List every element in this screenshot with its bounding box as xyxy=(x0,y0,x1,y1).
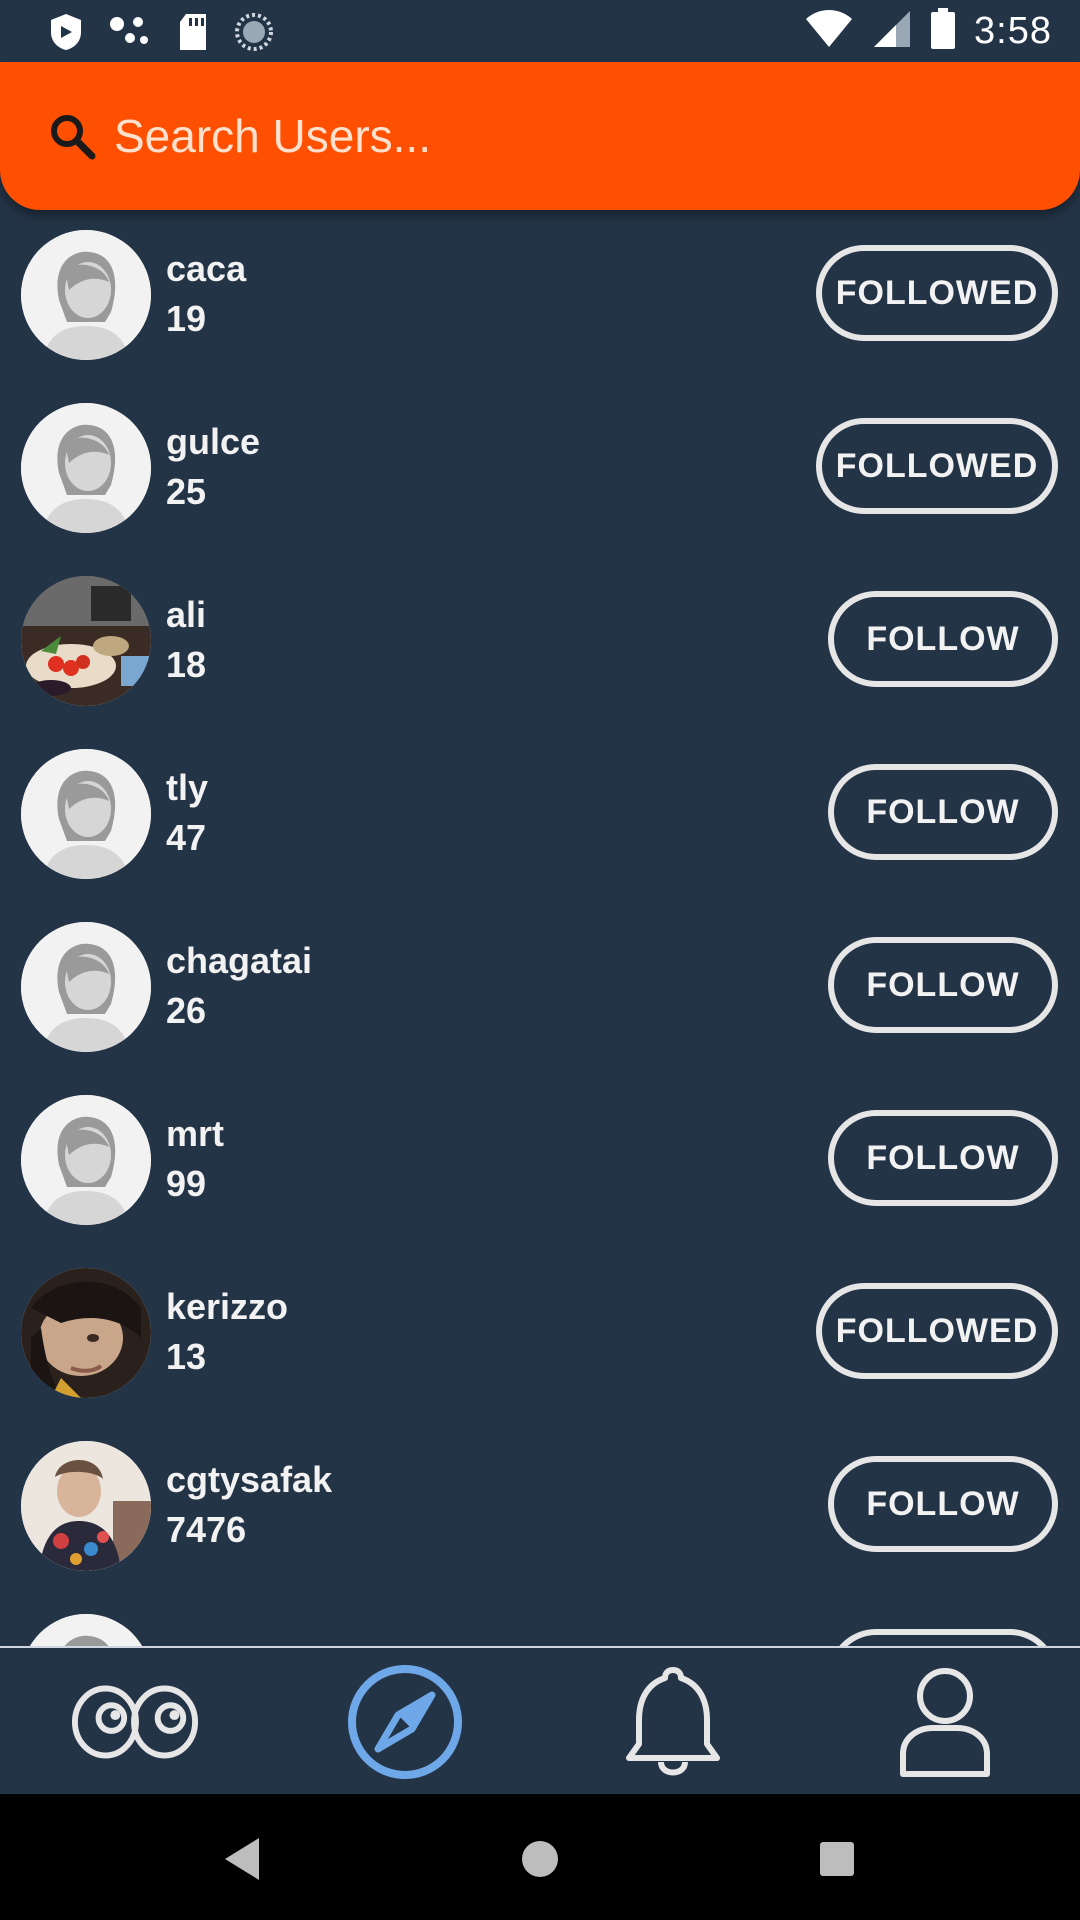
dots-icon xyxy=(108,14,152,55)
wifi-icon xyxy=(804,9,854,54)
list-item[interactable]: ali 18 FOLLOW xyxy=(0,556,1080,729)
avatar xyxy=(21,403,151,533)
avatar xyxy=(21,576,151,706)
list-item[interactable]: caca 19 FOLLOWED xyxy=(0,210,1080,383)
user-count: 19 xyxy=(166,298,207,339)
user-count: 25 xyxy=(166,471,207,512)
bottom-nav xyxy=(0,1646,1080,1796)
user-name: gulce xyxy=(166,421,261,462)
bell-icon[interactable] xyxy=(608,1662,738,1782)
user-name: cgtysafak xyxy=(166,1459,333,1500)
back-icon[interactable] xyxy=(206,1824,276,1894)
follow-button[interactable]: FOLLOW xyxy=(828,764,1058,860)
shield-icon xyxy=(48,12,84,57)
profile-icon[interactable] xyxy=(880,1662,1010,1782)
user-list[interactable]: caca 19 FOLLOWED gulce 25 FOLLOWED ali 1… xyxy=(0,210,1080,1646)
user-name: caca xyxy=(166,248,247,289)
recents-icon[interactable] xyxy=(802,1824,872,1894)
follow-button[interactable] xyxy=(828,1629,1058,1646)
avatar xyxy=(21,1268,151,1398)
avatar xyxy=(21,1441,151,1571)
user-name: ali xyxy=(166,594,207,635)
followed-button[interactable]: FOLLOWED xyxy=(816,245,1058,341)
user-name: chagatai xyxy=(166,940,313,981)
sd-card-icon xyxy=(176,12,210,57)
avatar xyxy=(21,230,151,360)
user-name: kerizzo xyxy=(166,1286,289,1327)
search-input[interactable] xyxy=(112,108,1016,164)
list-item[interactable]: tly 47 FOLLOW xyxy=(0,729,1080,902)
signal-icon xyxy=(872,9,912,54)
avatar xyxy=(21,1614,151,1646)
battery-icon xyxy=(930,8,956,55)
user-name: mrt xyxy=(166,1113,225,1154)
followed-button[interactable]: FOLLOWED xyxy=(816,1283,1058,1379)
user-name: tly xyxy=(166,767,209,808)
screen: 3:58 caca 19 FOLLOWED gulce 25 FOLLOWED xyxy=(0,0,1080,1920)
search-icon[interactable] xyxy=(48,112,96,160)
system-nav xyxy=(0,1794,1080,1920)
follow-button[interactable]: FOLLOW xyxy=(828,937,1058,1033)
list-item[interactable]: gulce 25 FOLLOWED xyxy=(0,383,1080,556)
follow-button[interactable]: FOLLOW xyxy=(828,1456,1058,1552)
list-item[interactable]: kerizzo 13 FOLLOWED xyxy=(0,1248,1080,1421)
list-item[interactable]: cgtysafak 7476 FOLLOW xyxy=(0,1421,1080,1594)
sync-icon xyxy=(234,12,274,57)
user-count: 18 xyxy=(166,644,207,685)
list-item[interactable] xyxy=(0,1594,1080,1646)
avatar xyxy=(21,749,151,879)
status-bar: 3:58 xyxy=(0,0,1080,62)
follow-button[interactable]: FOLLOW xyxy=(828,591,1058,687)
avatar xyxy=(21,922,151,1052)
list-item[interactable]: mrt 99 FOLLOW xyxy=(0,1075,1080,1248)
avatar xyxy=(21,1095,151,1225)
list-item[interactable]: chagatai 26 FOLLOW xyxy=(0,902,1080,1075)
user-count: 7476 xyxy=(166,1509,247,1550)
follow-button[interactable]: FOLLOW xyxy=(828,1110,1058,1206)
compass-icon[interactable] xyxy=(340,1662,470,1782)
eyes-icon[interactable] xyxy=(70,1662,200,1782)
status-time: 3:58 xyxy=(974,10,1052,52)
followed-button[interactable]: FOLLOWED xyxy=(816,418,1058,514)
user-count: 47 xyxy=(166,817,207,858)
search-bar xyxy=(0,62,1080,210)
user-count: 99 xyxy=(166,1163,207,1204)
user-count: 26 xyxy=(166,990,207,1031)
home-icon[interactable] xyxy=(505,1824,575,1894)
user-count: 13 xyxy=(166,1336,207,1377)
